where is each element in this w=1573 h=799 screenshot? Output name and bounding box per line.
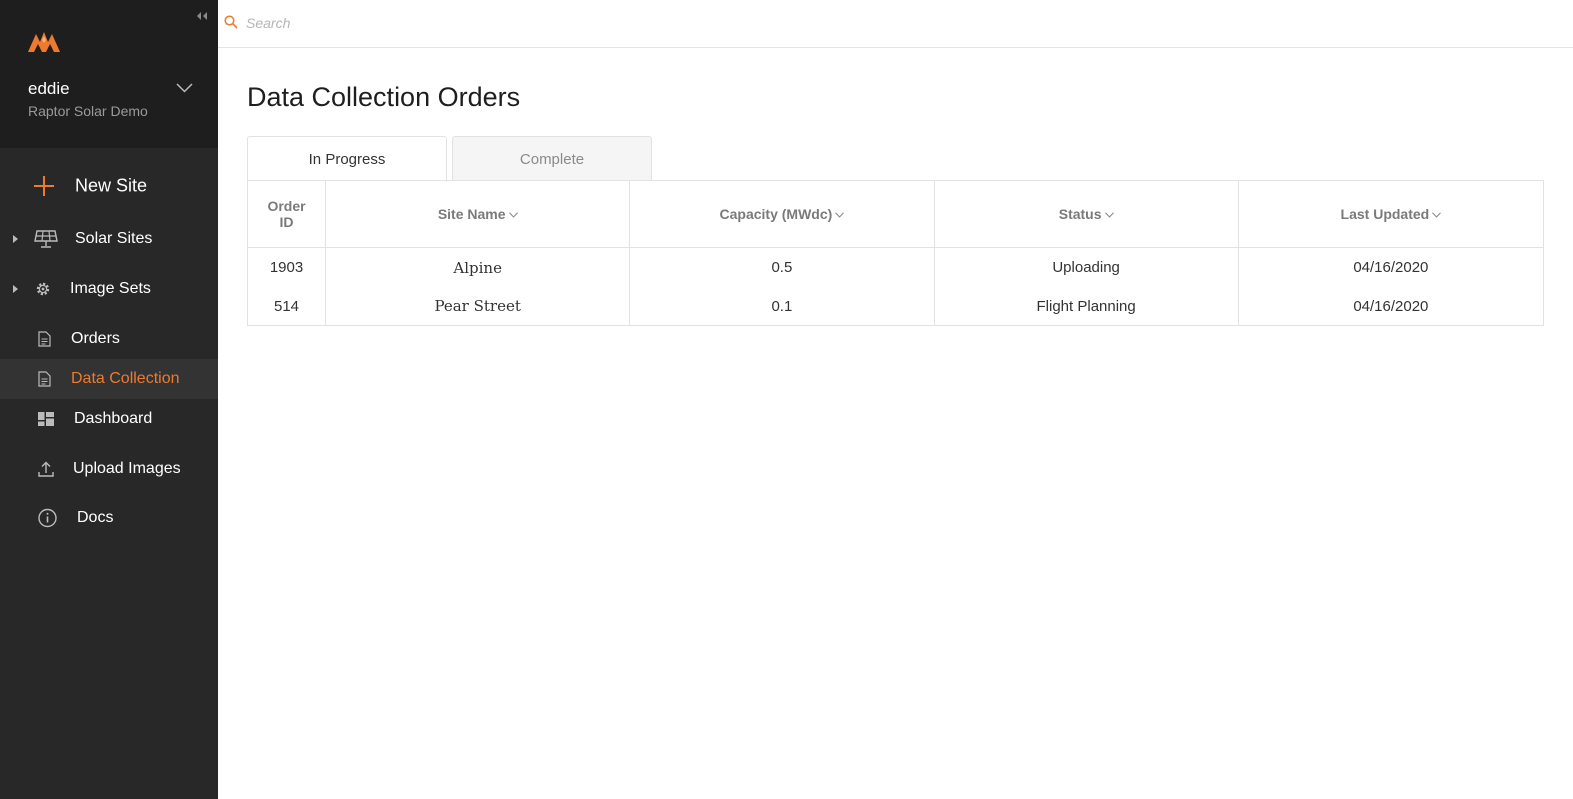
- cell-site-name[interactable]: Pear Street: [325, 287, 631, 326]
- user-name: eddie: [28, 79, 70, 98]
- cell-status: Flight Planning: [934, 287, 1239, 326]
- sort-chevron-icon[interactable]: [508, 212, 518, 219]
- sidebar-item-label: Image Sets: [70, 280, 151, 297]
- sidebar-item-dashboard[interactable]: Dashboard: [0, 399, 218, 439]
- cell-last-updated: 04/16/2020: [1238, 287, 1545, 326]
- cell-last-updated: 04/16/2020: [1238, 247, 1545, 288]
- sidebar: eddie Raptor Solar Demo New Site Solar S…: [0, 0, 218, 799]
- cell-order-id: 514: [247, 287, 327, 326]
- sidebar-item-image-sets[interactable]: Image Sets: [0, 269, 218, 309]
- chevron-down-icon[interactable]: [176, 82, 193, 94]
- cell-capacity: 0.5: [629, 247, 935, 288]
- search-input[interactable]: [246, 9, 1546, 37]
- org-name: Raptor Solar Demo: [28, 103, 148, 119]
- sidebar-item-data-collection[interactable]: Data Collection: [0, 359, 218, 399]
- sidebar-item-label: Solar Sites: [75, 230, 153, 247]
- tab-in-progress[interactable]: In Progress: [247, 136, 447, 182]
- sidebar-item-upload-images[interactable]: Upload Images: [0, 449, 218, 489]
- column-header-label: Last Updated: [1340, 206, 1430, 222]
- column-header-label: Site Name: [437, 206, 506, 222]
- sidebar-item-orders[interactable]: Orders: [0, 319, 218, 359]
- tab-complete[interactable]: Complete: [452, 136, 652, 181]
- upload-icon: [38, 461, 54, 477]
- logo-icon[interactable]: [27, 29, 61, 53]
- info-icon: [38, 508, 57, 528]
- app-root: eddie Raptor Solar Demo New Site Solar S…: [0, 0, 1573, 799]
- cell-order-id: 1903: [247, 247, 327, 288]
- column-header-order-id[interactable]: Order ID: [247, 180, 327, 248]
- sidebar-item-label: Data Collection: [71, 370, 180, 387]
- table-header-row: Order ID Site Name Capacity (MWdc) Statu…: [247, 180, 1545, 248]
- expand-caret-icon[interactable]: [13, 285, 18, 293]
- document-icon: [38, 331, 51, 347]
- cell-capacity: 0.1: [629, 287, 935, 326]
- sidebar-item-label: Dashboard: [74, 410, 153, 427]
- sort-chevron-icon[interactable]: [1432, 212, 1442, 219]
- search-icon: [224, 15, 238, 29]
- cell-site-name[interactable]: Alpine: [325, 247, 631, 288]
- column-header-label: Order: [267, 198, 306, 214]
- sidebar-item-label: Upload Images: [73, 460, 181, 477]
- sidebar-item-solar-sites[interactable]: Solar Sites: [0, 219, 218, 259]
- expand-caret-icon[interactable]: [13, 235, 18, 243]
- sidebar-item-docs[interactable]: Docs: [0, 498, 218, 538]
- column-header-site-name[interactable]: Site Name: [325, 180, 631, 248]
- document-icon: [38, 371, 51, 387]
- search-bar: [218, 0, 1573, 48]
- column-header-label: ID: [279, 214, 294, 230]
- orders-table: Order ID Site Name Capacity (MWdc) Statu…: [247, 180, 1545, 326]
- solar-panel-icon: [34, 230, 58, 248]
- sort-chevron-icon[interactable]: [1104, 212, 1114, 219]
- column-header-label: Status: [1058, 206, 1102, 222]
- gear-icon: [36, 282, 50, 296]
- sidebar-header: eddie Raptor Solar Demo: [0, 0, 218, 148]
- sort-chevron-icon[interactable]: [835, 212, 845, 219]
- dashboard-icon: [38, 412, 54, 426]
- collapse-sidebar-icon[interactable]: [195, 9, 209, 23]
- table-row[interactable]: 1903 Alpine 0.5 Uploading 04/16/2020: [247, 247, 1545, 288]
- plus-icon: [34, 176, 54, 196]
- column-header-last-updated[interactable]: Last Updated: [1238, 180, 1545, 248]
- cell-status: Uploading: [934, 247, 1239, 288]
- column-header-status[interactable]: Status: [934, 180, 1239, 248]
- sidebar-item-new-site[interactable]: New Site: [0, 166, 218, 206]
- sidebar-item-label: Orders: [71, 330, 120, 347]
- page-title: Data Collection Orders: [247, 82, 521, 112]
- sidebar-item-label: Docs: [77, 509, 114, 526]
- sidebar-item-label: New Site: [75, 175, 148, 196]
- column-header-label: Capacity (MWdc): [719, 206, 833, 222]
- table-row[interactable]: 514 Pear Street 0.1 Flight Planning 04/1…: [247, 287, 1545, 326]
- column-header-capacity[interactable]: Capacity (MWdc): [629, 180, 935, 248]
